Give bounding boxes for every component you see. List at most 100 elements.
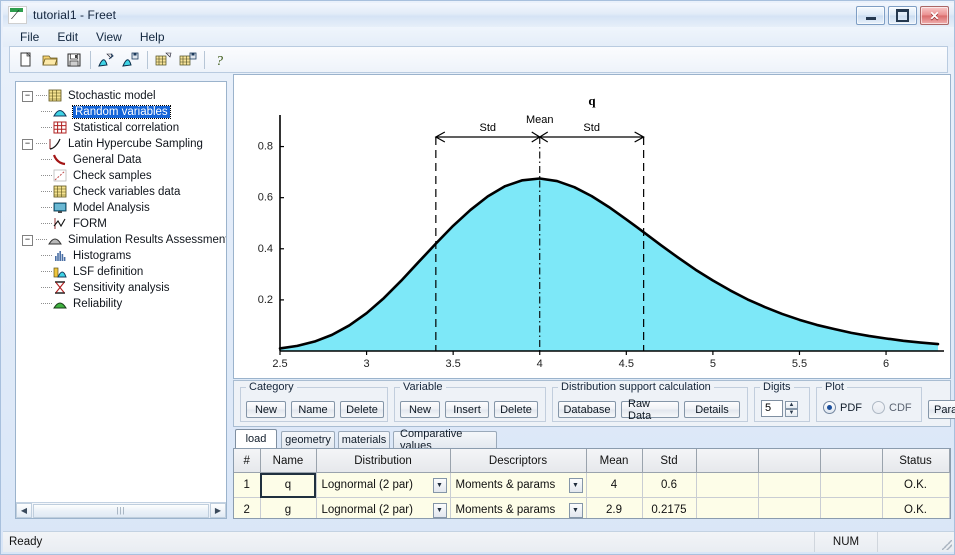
random-variables-icon[interactable] <box>96 49 118 70</box>
tab-geometry[interactable]: geometry <box>281 431 335 448</box>
chevron-down-icon[interactable]: ▼ <box>785 408 798 417</box>
grid-edit-icon[interactable] <box>153 49 175 70</box>
row-name[interactable]: q <box>260 472 317 498</box>
row-blank-2[interactable] <box>758 472 821 498</box>
param-button[interactable]: Param <box>928 400 955 419</box>
tree-node-sensitivity-analysis[interactable]: Sensitivity analysis <box>22 280 226 296</box>
menu-view[interactable]: View <box>87 28 131 46</box>
tree-node-latin-hypercube-sampling[interactable]: − Latin Hypercube Sampling <box>22 136 226 152</box>
tree-node-check-variables-data[interactable]: Check variables data <box>22 184 226 200</box>
row-descriptors-cell[interactable]: Moments & params ▼ <box>450 497 587 518</box>
chevron-up-icon[interactable]: ▲ <box>785 400 798 409</box>
tab-load[interactable]: load <box>235 429 277 448</box>
row-blank-3[interactable] <box>820 472 883 498</box>
row-mean[interactable]: 4 <box>586 472 643 498</box>
scroll-left-icon[interactable]: ◀ <box>16 503 32 518</box>
tree-node-statistical-correlation[interactable]: Statistical correlation <box>22 120 226 136</box>
toolbar-separator-1 <box>90 50 91 69</box>
row-descriptors-cell[interactable]: Moments & params ▼ <box>450 472 587 498</box>
tree-node-random-variables[interactable]: Random variables <box>22 104 226 120</box>
expander-icon[interactable]: − <box>22 90 33 102</box>
close-button[interactable]: ✕ <box>920 6 949 25</box>
col-header-mean[interactable]: Mean <box>586 449 643 473</box>
row-distribution-cell[interactable]: Lognormal (2 par) ▼ <box>316 497 451 518</box>
details-button[interactable]: Details <box>684 401 740 418</box>
category-name-button[interactable]: Name <box>291 401 335 418</box>
col-header-status[interactable]: Status <box>882 449 950 473</box>
row-blank-2[interactable] <box>758 497 821 518</box>
tree-node-stochastic-model[interactable]: − Stochastic model <box>22 88 226 104</box>
col-header-index[interactable]: # <box>234 449 261 473</box>
scrollbar-thumb[interactable]: ||| <box>33 503 209 518</box>
expander-icon[interactable]: − <box>22 138 33 150</box>
tree-node-check-samples[interactable]: Check samples <box>22 168 226 184</box>
row-blank-3[interactable] <box>820 497 883 518</box>
category-delete-button[interactable]: Delete <box>340 401 384 418</box>
col-header-blank-2[interactable] <box>758 449 821 473</box>
row-index: 2 <box>234 497 261 518</box>
menu-file[interactable]: File <box>11 28 48 46</box>
col-header-blank-3[interactable] <box>820 449 883 473</box>
table-row[interactable]: 1 q Lognormal (2 par) ▼ Moments & params ▼… <box>234 472 950 498</box>
tree-node-lsf-definition[interactable]: LSF definition <box>22 264 226 280</box>
cdf-label[interactable]: CDF <box>889 402 912 414</box>
tree-horizontal-scrollbar[interactable]: ◀ ||| ▶ <box>16 502 226 518</box>
grid-save-icon[interactable] <box>177 49 199 70</box>
variable-new-button[interactable]: New <box>400 401 440 418</box>
scroll-right-icon[interactable]: ▶ <box>210 503 226 518</box>
new-icon[interactable] <box>15 49 37 70</box>
row-mean[interactable]: 2.9 <box>586 497 643 518</box>
tree-node-simulation-results-assessment[interactable]: − Simulation Results Assessment <box>22 232 226 248</box>
tree-node-model-analysis[interactable]: Model Analysis <box>22 200 226 216</box>
expander-icon[interactable]: − <box>22 234 33 246</box>
tree-node-reliability[interactable]: Reliability <box>22 296 226 312</box>
toolbar: ? <box>9 46 948 73</box>
tree-connector <box>41 271 52 273</box>
col-header-distribution[interactable]: Distribution <box>316 449 451 473</box>
table-row[interactable]: 2 g Lognormal (2 par) ▼ Moments & params ▼… <box>234 497 950 518</box>
col-header-descriptors[interactable]: Descriptors <box>450 449 587 473</box>
col-header-blank-1[interactable] <box>696 449 759 473</box>
menu-edit[interactable]: Edit <box>48 28 87 46</box>
col-header-name[interactable]: Name <box>260 449 317 473</box>
row-name[interactable]: g <box>260 497 317 518</box>
menu-help[interactable]: Help <box>131 28 174 46</box>
menu-bar: File Edit View Help <box>3 27 954 47</box>
row-blank-1[interactable] <box>696 497 759 518</box>
tree-node-general-data[interactable]: General Data <box>22 152 226 168</box>
row-blank-1[interactable] <box>696 472 759 498</box>
pdf-label[interactable]: PDF <box>840 402 862 414</box>
tab-comparative-values[interactable]: Comparative values <box>393 428 497 452</box>
minimize-button[interactable] <box>856 6 885 25</box>
cdf-radio[interactable] <box>872 401 885 414</box>
chevron-down-icon[interactable]: ▼ <box>568 502 583 518</box>
help-icon[interactable]: ? <box>210 49 232 70</box>
digits-stepper[interactable]: 5 ▲ ▼ <box>761 400 798 417</box>
col-header-std[interactable]: Std <box>642 449 697 473</box>
tree-label: Check variables data <box>73 186 181 198</box>
stochastic-model-save-icon[interactable] <box>120 49 142 70</box>
digits-input[interactable]: 5 <box>761 400 783 417</box>
row-distribution-cell[interactable]: Lognormal (2 par) ▼ <box>316 472 451 498</box>
row-std[interactable]: 0.6 <box>642 472 697 498</box>
category-new-button[interactable]: New <box>246 401 286 418</box>
open-icon[interactable] <box>39 49 61 70</box>
save-icon[interactable] <box>63 49 85 70</box>
row-std[interactable]: 0.2175 <box>642 497 697 518</box>
chevron-down-icon[interactable]: ▼ <box>432 502 447 518</box>
resize-grip-icon[interactable] <box>940 532 954 552</box>
pdf-radio[interactable] <box>823 401 836 414</box>
chevron-down-icon[interactable]: ▼ <box>432 477 447 493</box>
variable-insert-button[interactable]: Insert <box>445 401 489 418</box>
chevron-down-icon[interactable]: ▼ <box>568 477 583 493</box>
maximize-button[interactable] <box>888 6 917 25</box>
scatter-icon <box>53 169 69 183</box>
raw-data-button[interactable]: Raw Data <box>621 398 679 422</box>
database-button[interactable]: Database <box>558 401 616 418</box>
tree-node-histograms[interactable]: Histograms <box>22 248 226 264</box>
svg-text:3: 3 <box>364 358 370 370</box>
tab-materials[interactable]: materials <box>338 431 390 448</box>
distribution-support-buttons: Database Raw Data Details <box>558 398 740 422</box>
variable-delete-button[interactable]: Delete <box>494 401 538 418</box>
tree-node-form[interactable]: FORM <box>22 216 226 232</box>
